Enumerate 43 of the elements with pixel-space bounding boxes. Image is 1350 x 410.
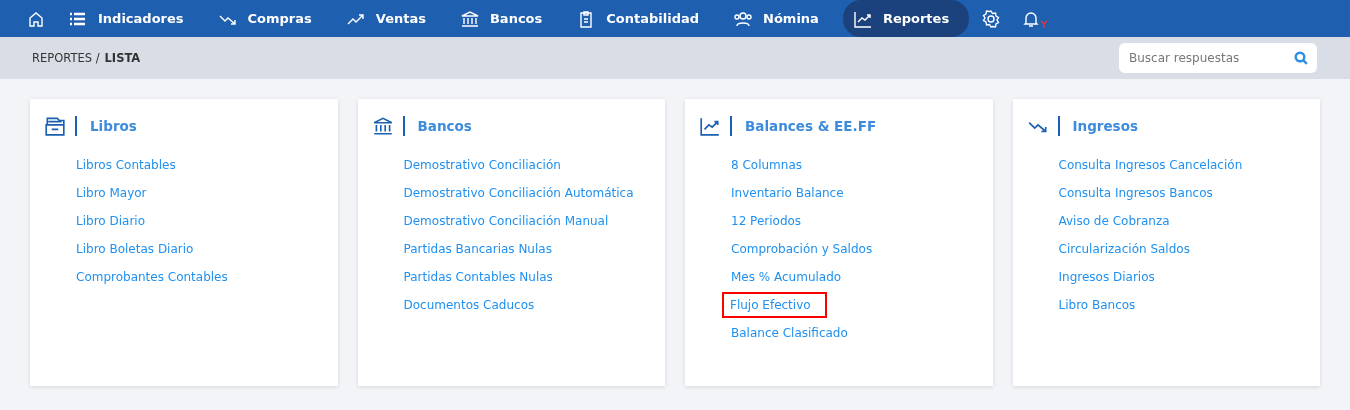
report-link[interactable]: Libro Bancos [1057,291,1137,319]
report-link[interactable]: Libro Mayor [75,179,148,207]
report-link[interactable]: Consulta Ingresos Bancos [1057,179,1214,207]
breadcrumb-link[interactable]: REPORTES / [32,51,100,65]
bank-icon [371,115,394,137]
nav-tab[interactable]: Ventas [335,0,446,37]
nav-tab[interactable]: Compras [207,0,332,37]
report-link[interactable]: Documentos Caducos [402,291,536,319]
report-link[interactable]: Demostrativo Conciliación Automática [402,179,635,207]
nav-tab[interactable]: Indicadores [58,0,204,37]
report-link[interactable]: Balance Clasificado [730,319,849,347]
report-link[interactable]: Demostrativo Conciliación [402,151,562,179]
report-link[interactable]: Aviso de Cobranza [1057,207,1171,235]
line-chart-icon [699,115,721,137]
breadcrumb-current: LISTA [104,51,141,65]
report-link[interactable]: Libro Diario [75,207,146,235]
report-link[interactable]: Libros Contables [75,151,177,179]
report-link[interactable]: Comprobación y Saldos [730,235,874,263]
card-title: Balances & EE.FF [745,118,877,134]
report-link[interactable]: Partidas Bancarias Nulas [402,235,553,263]
search-field[interactable]: Buscar respuestas [1119,43,1317,73]
card-title: Ingresos [1072,118,1138,134]
report-link[interactable]: Ingresos Diarios [1057,263,1156,291]
report-link[interactable]: Partidas Contables Nulas [402,263,554,291]
nav-tab[interactable]: Nómina [723,0,839,37]
report-link[interactable]: Circularización Saldos [1057,235,1191,263]
nav-tab[interactable]: Bancos [449,0,563,37]
card-title: Bancos [417,118,472,134]
nav-tab[interactable]: Contabilidad [566,0,720,37]
search-icon [1294,51,1308,65]
report-link[interactable]: Inventario Balance [730,179,845,207]
card-title: Libros [90,118,137,134]
report-link[interactable]: Libro Boletas Diario [75,235,195,263]
report-link[interactable]: Mes % Acumulado [730,263,843,291]
bank-icon [459,8,480,29]
report-link[interactable]: Consulta Ingresos Cancelación [1057,151,1244,179]
nav-tab[interactable]: Reportes [842,0,970,37]
drawer-icon [44,115,66,137]
report-link[interactable]: 8 Columnas [730,151,803,179]
report-link[interactable]: 12 Periodos [730,207,803,235]
report-link[interactable]: Flujo Efectivo [724,294,825,316]
report-link[interactable]: Demostrativo Conciliación Manual [402,207,610,235]
report-link[interactable]: Comprobantes Contables [75,263,229,291]
